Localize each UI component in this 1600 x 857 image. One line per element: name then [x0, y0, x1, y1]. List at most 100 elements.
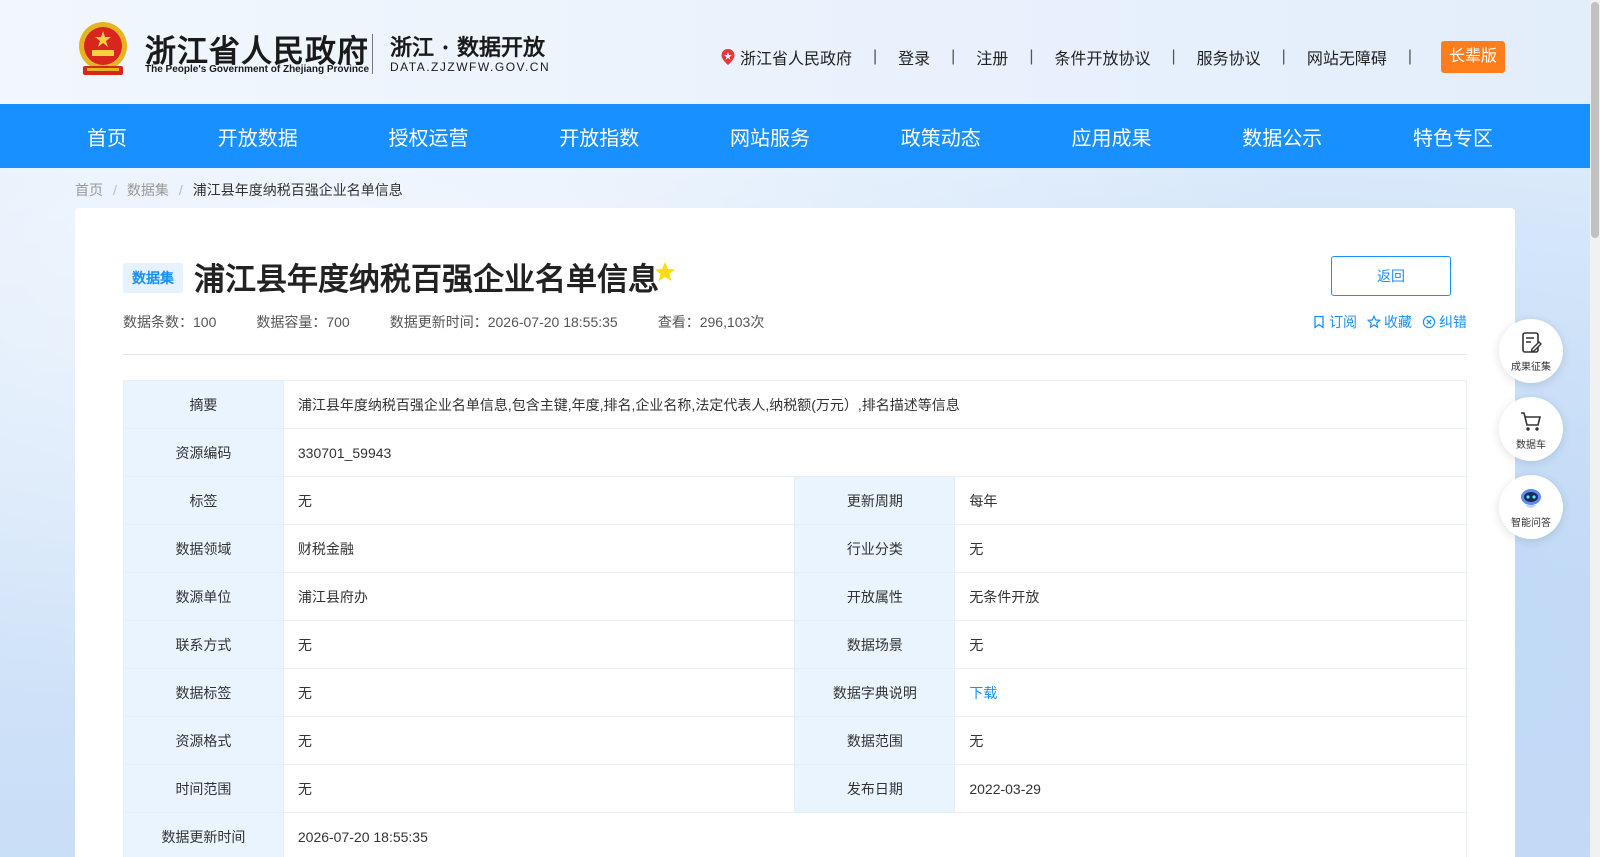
breadcrumb-current: 浦江县年度纳税百强企业名单信息 [192, 182, 403, 198]
nav-authorized[interactable]: 授权运营 [377, 122, 481, 151]
field-value: 无 [954, 524, 1467, 573]
login-link[interactable]: 登录 [898, 45, 930, 69]
table-row: 资源编码 330701_59943 [123, 428, 1468, 477]
accessibility-link[interactable]: 网站无障碍 [1307, 45, 1387, 69]
link-separator: | [1281, 48, 1286, 65]
report-error-button[interactable]: 纠错 [1422, 312, 1467, 332]
error-circle-icon [1422, 315, 1436, 329]
table-row: 摘要 浦江县年度纳税百强企业名单信息,包含主键,年度,排名,企业名称,法定代表人… [123, 380, 1468, 429]
breadcrumb-home[interactable]: 首页 [75, 180, 103, 200]
divider [123, 354, 1467, 355]
field-key: 资源格式 [123, 716, 284, 765]
field-key: 数据场景 [794, 620, 956, 669]
field-key: 资源编码 [123, 428, 284, 477]
bookmark-icon [1314, 315, 1324, 329]
gov-link[interactable]: 浙江省人民政府 [720, 45, 852, 69]
table-row: 联系方式 无 数据场景 无 [123, 620, 1467, 669]
field-key: 开放属性 [794, 572, 956, 621]
field-value: 浦江县府办 [282, 572, 796, 621]
field-key: 标签 [123, 476, 284, 525]
link-separator: | [1171, 48, 1176, 65]
dataset-card: 数据集 浦江县年度纳税百强企业名单信息 返回 数据条数：100 数据容量：700… [75, 208, 1515, 857]
logo-english: The People's Government of Zhejiang Prov… [145, 64, 370, 75]
table-row: 数源单位 浦江县府办 开放属性 无条件开放 [123, 572, 1467, 621]
update-time: 数据更新时间：2026-07-20 18:55:35 [389, 314, 618, 330]
field-key: 发布日期 [794, 764, 956, 813]
field-value: 无条件开放 [954, 572, 1467, 621]
star-outline-icon [1367, 315, 1381, 329]
cart-icon [1521, 411, 1542, 431]
nav-home[interactable]: 首页 [75, 122, 139, 151]
view-count: 查看：296,103次 [657, 314, 765, 330]
field-value: 财税金融 [282, 524, 796, 573]
results-collection-label: 成果征集 [1511, 361, 1551, 373]
nav-services[interactable]: 网站服务 [718, 122, 822, 151]
field-value: 无 [282, 620, 796, 669]
nav-open-data[interactable]: 开放数据 [206, 122, 310, 151]
elder-mode-button[interactable]: 长辈版 [1440, 41, 1505, 73]
field-key: 数据范围 [794, 716, 956, 765]
field-key: 行业分类 [794, 524, 956, 573]
back-button[interactable]: 返回 [1331, 256, 1451, 296]
breadcrumb-separator: / [113, 182, 117, 198]
field-value: 无 [954, 620, 1467, 669]
breadcrumb-separator: / [178, 182, 183, 198]
logo-divider [372, 34, 373, 74]
link-separator: | [951, 48, 956, 65]
subscribe-button[interactable]: 订阅 [1312, 312, 1357, 332]
nav-apps[interactable]: 应用成果 [1060, 122, 1164, 151]
scrollbar-thumb[interactable] [1591, 2, 1599, 238]
field-key: 数源单位 [123, 572, 284, 621]
link-separator: | [872, 48, 878, 65]
nav-index[interactable]: 开放指数 [547, 122, 651, 151]
field-value: 浦江县年度纳税百强企业名单信息,包含主键,年度,排名,企业名称,法定代表人,纳税… [282, 380, 1468, 429]
edit-icon [1522, 331, 1542, 353]
breadcrumb-datasets[interactable]: 数据集 [127, 180, 169, 200]
field-key: 更新周期 [794, 476, 956, 525]
dataset-meta: 数据条数：100 数据容量：700 数据更新时间：2026-07-20 18:5… [123, 312, 804, 332]
nav-public[interactable]: 数据公示 [1230, 122, 1334, 151]
field-key: 数据字典说明 [794, 668, 956, 717]
nav-policy[interactable]: 政策动态 [889, 122, 993, 151]
field-value: 无 [282, 764, 796, 813]
dataset-type-badge: 数据集 [123, 263, 183, 293]
nav-special[interactable]: 特色专区 [1401, 122, 1505, 151]
field-key: 数据领域 [123, 524, 284, 573]
gov-link-label: 浙江省人民政府 [739, 51, 852, 68]
field-value: 下载 [954, 668, 1467, 717]
table-row: 数据更新时间 2026-07-20 18:55:35 [123, 812, 1468, 857]
star-icon [655, 262, 675, 281]
location-pin-icon [721, 49, 735, 65]
table-row: 数据领域 财税金融 行业分类 无 [123, 524, 1467, 573]
register-link[interactable]: 注册 [976, 45, 1008, 69]
table-row: 标签 无 更新周期 每年 [123, 476, 1467, 525]
smart-qa-button[interactable]: 智能问答 [1499, 475, 1563, 539]
field-value: 每年 [954, 476, 1467, 525]
logo-subtitle: 浙江 · 数据开放 [390, 35, 545, 61]
conditional-agreement-link[interactable]: 条件开放协议 [1054, 45, 1150, 69]
favorite-label: 收藏 [1384, 314, 1412, 330]
results-collection-button[interactable]: 成果征集 [1499, 319, 1563, 383]
record-count: 数据条数：100 [123, 314, 217, 330]
field-key: 数据标签 [123, 668, 284, 717]
logo-domain: DATA.ZJZWFW.GOV.CN [390, 60, 551, 74]
site-header: 浙江省人民政府 The People's Government of Zheji… [0, 0, 1590, 104]
data-cart-button[interactable]: 数据车 [1499, 397, 1563, 461]
field-key: 时间范围 [123, 764, 284, 813]
page-scrollbar[interactable] [1590, 0, 1600, 857]
field-key: 数据更新时间 [123, 812, 284, 857]
robot-icon [1521, 488, 1541, 508]
service-agreement-link[interactable]: 服务协议 [1197, 45, 1261, 69]
field-value: 无 [282, 668, 796, 717]
field-key: 摘要 [123, 380, 284, 429]
field-value: 无 [282, 716, 796, 765]
dataset-actions: 订阅 收藏 纠错 [1302, 312, 1467, 332]
favorite-button[interactable]: 收藏 [1367, 312, 1412, 332]
link-separator: | [1407, 48, 1412, 65]
report-error-label: 纠错 [1439, 314, 1467, 330]
table-row: 时间范围 无 发布日期 2022-03-29 [123, 764, 1467, 813]
main-nav: 首页 开放数据 授权运营 开放指数 网站服务 政策动态 应用成果 数据公示 特色… [0, 104, 1590, 168]
dictionary-download-link[interactable]: 下载 [969, 685, 997, 701]
dataset-info-table: 摘要 浦江县年度纳税百强企业名单信息,包含主键,年度,排名,企业名称,法定代表人… [123, 380, 1468, 857]
breadcrumb: 首页 / 数据集 / 浦江县年度纳税百强企业名单信息 [75, 180, 403, 200]
